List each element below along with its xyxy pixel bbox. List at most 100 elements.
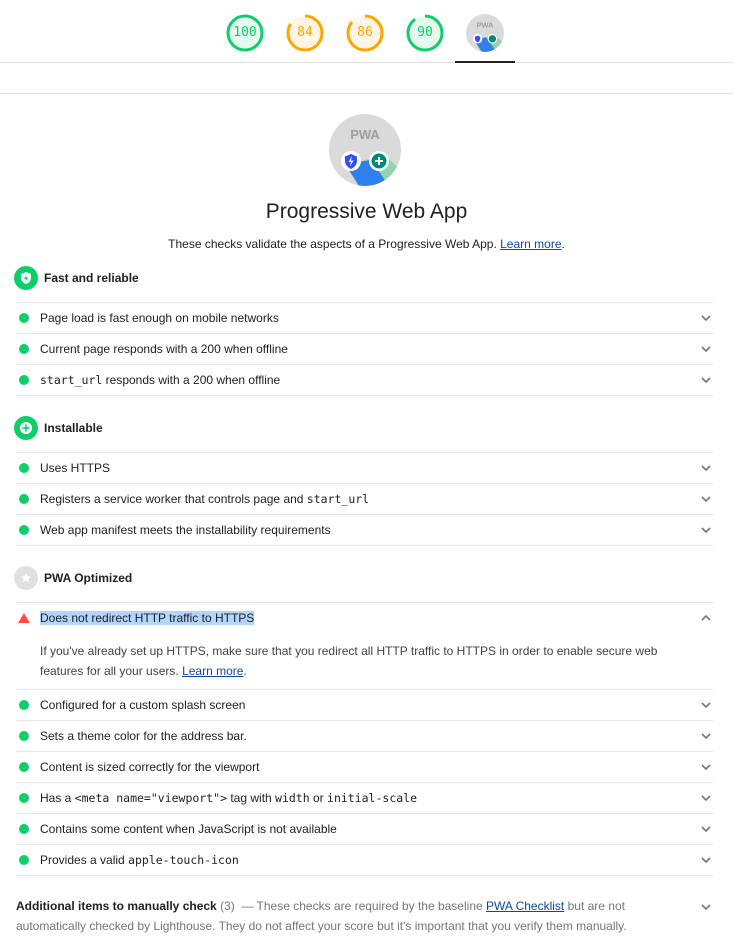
- audit-title-code: start_url: [40, 373, 103, 387]
- pass-dot-icon: [19, 731, 29, 741]
- star-icon: [14, 566, 38, 590]
- audit-item[interactable]: Has a <meta name="viewport"> tag with wi…: [16, 782, 713, 813]
- chevron-down-icon[interactable]: [699, 854, 713, 866]
- pwa-badge-icon: PWA: [466, 14, 504, 52]
- audit-item[interactable]: start_url responds with a 200 when offli…: [16, 364, 713, 396]
- chevron-down-icon[interactable]: [699, 823, 713, 835]
- gauge-pwa[interactable]: PWA: [466, 14, 504, 52]
- svg-text:PWA: PWA: [350, 127, 380, 142]
- audit-item[interactable]: Contains some content when JavaScript is…: [16, 813, 713, 844]
- gauge-accessibility[interactable]: 84: [286, 14, 324, 52]
- audit-title-code: apple-touch-icon: [128, 853, 239, 867]
- group-header: Fast and reliable: [14, 266, 139, 290]
- audit-item[interactable]: Content is sized correctly for the viewp…: [16, 751, 713, 782]
- gauge-score: 100: [233, 25, 257, 40]
- chevron-down-icon[interactable]: [699, 792, 713, 804]
- audit-title: Web app manifest meets the installabilit…: [40, 523, 331, 537]
- group-header: PWA Optimized: [14, 566, 132, 590]
- pass-dot-icon: [19, 313, 29, 323]
- chevron-down-icon[interactable]: [699, 761, 713, 773]
- learn-more-link[interactable]: Learn more: [500, 237, 561, 251]
- audit-title-code: start_url: [306, 492, 370, 506]
- audit-title-text: tag with: [227, 791, 276, 805]
- manual-checks-text-before: These checks are required by the baselin…: [256, 899, 483, 913]
- learn-more-link[interactable]: Learn more: [182, 664, 243, 678]
- audit-title-code: width: [275, 791, 310, 805]
- audit-item[interactable]: Web app manifest meets the installabilit…: [16, 514, 713, 546]
- audit-description-text: If you've already set up HTTPS, make sur…: [40, 644, 658, 678]
- chevron-down-icon[interactable]: [699, 493, 713, 505]
- audit-title: Has a <meta name="viewport"> tag with wi…: [40, 791, 417, 805]
- audit-item[interactable]: Provides a valid apple-touch-icon: [16, 844, 713, 876]
- audit-title-text: Does not redirect HTTP traffic to HTTPS: [40, 611, 255, 625]
- audit-item[interactable]: Configured for a custom splash screen: [16, 689, 713, 720]
- audit-title-text: Registers a service worker that controls…: [40, 492, 307, 506]
- pwa-category-icon: PWA: [329, 114, 401, 186]
- period: .: [243, 664, 247, 678]
- audit-title: Contains some content when JavaScript is…: [40, 822, 337, 836]
- pass-dot-icon: [19, 824, 29, 834]
- audit-title-text: Uses HTTPS: [40, 461, 111, 475]
- audit-item[interactable]: Registers a service worker that controls…: [16, 483, 713, 514]
- audit-title-text: Content is sized correctly for the viewp…: [40, 760, 260, 774]
- manual-checks-title: Additional items to manually check: [16, 899, 217, 913]
- audit-title: Current page responds with a 200 when of…: [40, 342, 288, 356]
- gauge-score: 86: [357, 25, 373, 40]
- pass-dot-icon: [19, 762, 29, 772]
- category-description-text: These checks validate the aspects of a P…: [168, 237, 497, 251]
- pass-dot-icon: [19, 700, 29, 710]
- score-gauges-bar: 100 84 86 90 PWA: [0, 0, 733, 63]
- chevron-down-icon[interactable]: [699, 374, 713, 386]
- pwa-checklist-link[interactable]: PWA Checklist: [486, 899, 564, 913]
- gauge-score: 90: [417, 25, 433, 40]
- audit-title: Provides a valid apple-touch-icon: [40, 853, 239, 867]
- audit-title-code: <meta name="viewport">: [74, 791, 228, 805]
- audit-title-text: responds with a 200 when offline: [102, 373, 281, 387]
- audit-title-text: Provides a valid: [40, 853, 129, 867]
- audit-title-text: Has a: [40, 791, 75, 805]
- audit-title-code: initial-scale: [327, 791, 418, 805]
- manual-checks-dash: —: [241, 899, 254, 913]
- audit-title-text: Current page responds with a 200 when of…: [40, 342, 288, 356]
- active-tab-indicator: [455, 61, 515, 63]
- gauge-seo[interactable]: 90: [406, 14, 444, 52]
- group-title: PWA Optimized: [44, 571, 133, 585]
- pass-dot-icon: [19, 494, 29, 504]
- plus-circle-icon: [14, 416, 38, 440]
- chevron-down-icon[interactable]: [699, 343, 713, 355]
- chevron-down-icon[interactable]: [699, 462, 713, 474]
- audit-title: start_url responds with a 200 when offli…: [40, 373, 280, 387]
- pass-dot-icon: [19, 375, 29, 385]
- chevron-down-icon[interactable]: [699, 524, 713, 536]
- svg-text:PWA: PWA: [477, 21, 494, 30]
- period: .: [561, 237, 565, 251]
- audit-item[interactable]: Page load is fast enough on mobile netwo…: [16, 302, 713, 333]
- fail-triangle-icon: [18, 613, 30, 623]
- chevron-down-icon[interactable]: [699, 901, 713, 913]
- audit-title: Sets a theme color for the address bar.: [40, 729, 247, 743]
- category-description: These checks validate the aspects of a P…: [0, 237, 733, 251]
- audit-title-text: Sets a theme color for the address bar.: [40, 729, 247, 743]
- audit-title: Does not redirect HTTP traffic to HTTPS: [40, 611, 255, 625]
- audit-item[interactable]: Does not redirect HTTP traffic to HTTPS: [16, 602, 713, 633]
- pass-dot-icon: [19, 463, 29, 473]
- audit-title-text: Page load is fast enough on mobile netwo…: [40, 311, 279, 325]
- audit-title: Registers a service worker that controls…: [40, 492, 369, 506]
- chevron-down-icon[interactable]: [699, 312, 713, 324]
- chevron-down-icon[interactable]: [699, 730, 713, 742]
- audit-title-text: or: [309, 791, 328, 805]
- audit-title: Page load is fast enough on mobile netwo…: [40, 311, 279, 325]
- gauge-score: 84: [297, 25, 313, 40]
- pass-dot-icon: [19, 525, 29, 535]
- audit-item[interactable]: Sets a theme color for the address bar.: [16, 720, 713, 751]
- manual-checks-count: (3): [220, 899, 235, 913]
- chevron-up-icon[interactable]: [699, 612, 713, 624]
- pass-dot-icon: [19, 855, 29, 865]
- gauge-best-practices[interactable]: 86: [346, 14, 384, 52]
- audit-title-text: Configured for a custom splash screen: [40, 698, 246, 712]
- audit-item[interactable]: Uses HTTPS: [16, 452, 713, 483]
- chevron-down-icon[interactable]: [699, 699, 713, 711]
- audit-item[interactable]: Current page responds with a 200 when of…: [16, 333, 713, 364]
- gauge-performance[interactable]: 100: [226, 14, 264, 52]
- audit-title: Configured for a custom splash screen: [40, 698, 245, 712]
